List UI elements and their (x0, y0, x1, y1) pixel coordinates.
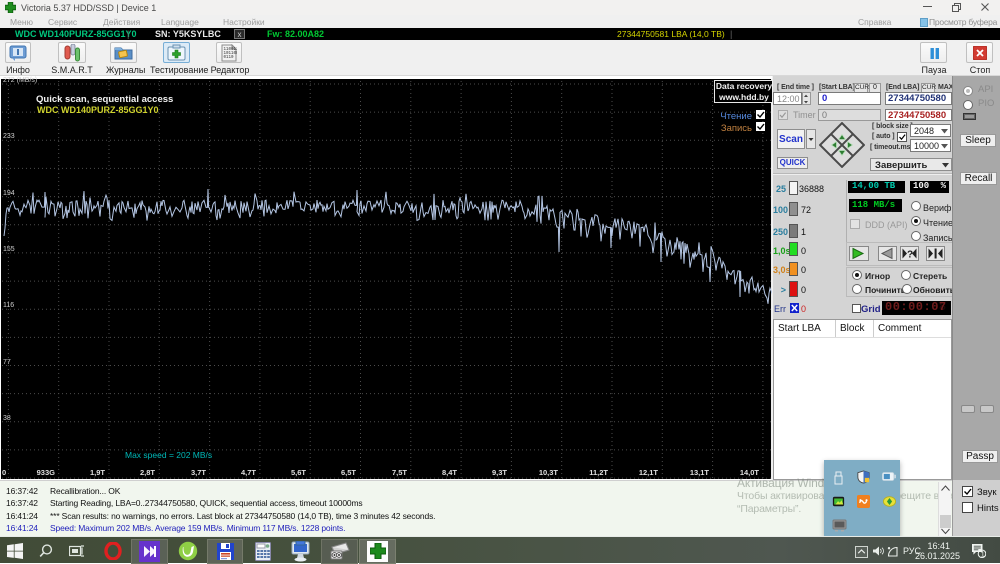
svg-text:1: 1 (981, 550, 985, 558)
svg-text:0110: 0110 (224, 56, 235, 60)
svg-text:?: ? (907, 250, 913, 261)
